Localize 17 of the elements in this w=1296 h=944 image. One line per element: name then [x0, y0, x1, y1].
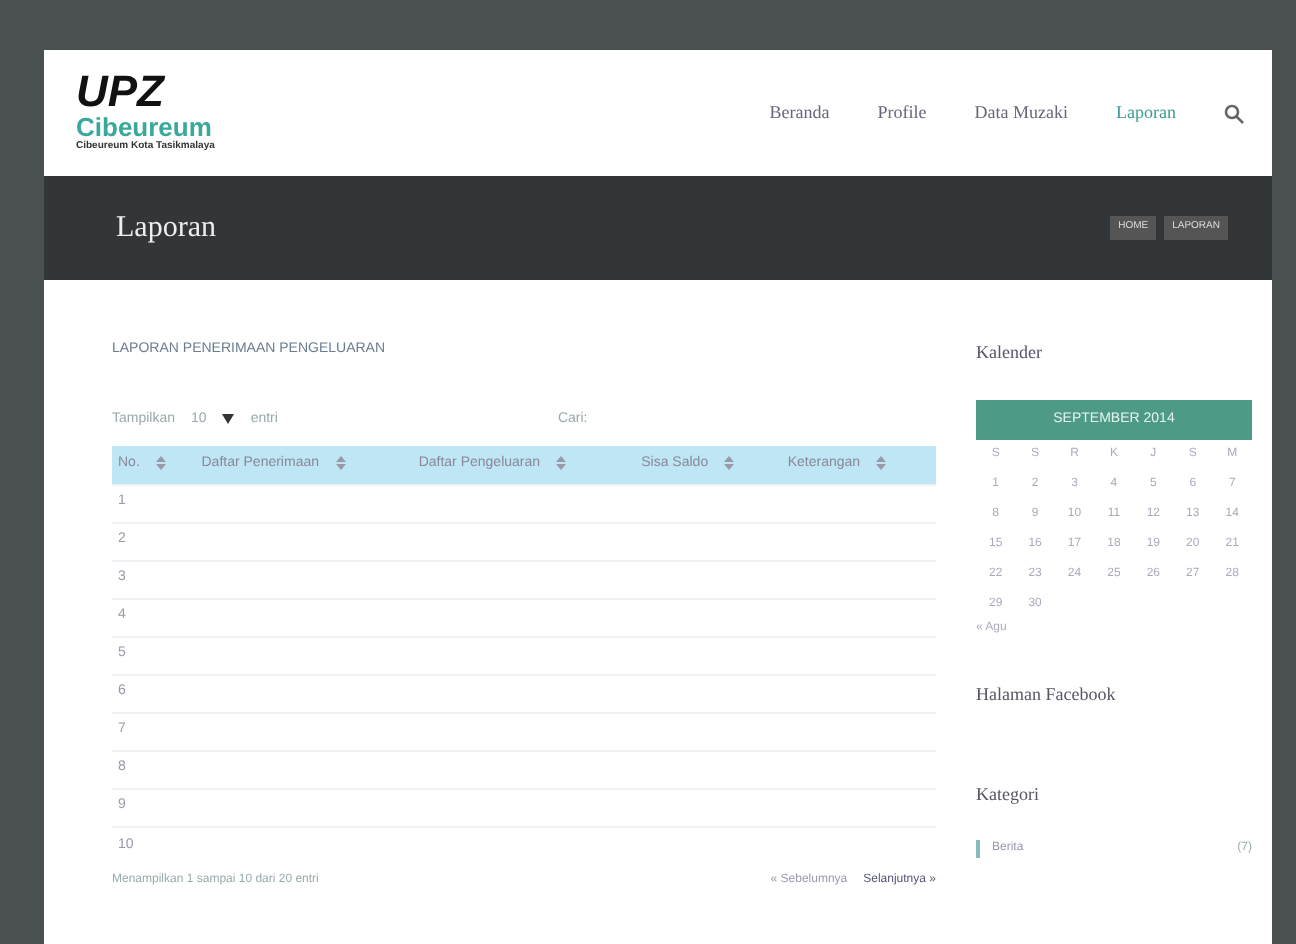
facebook-title: Halaman Facebook: [976, 682, 1118, 708]
nav-link[interactable]: Profile: [877, 99, 927, 127]
logo-name: Cibeureum: [76, 114, 212, 141]
sort-icon: [335, 455, 346, 470]
page-title: Laporan: [116, 209, 216, 248]
sort-icon: [556, 455, 567, 470]
sort-icon: [876, 455, 887, 470]
category-title: Kategori: [976, 781, 1041, 808]
nav-link[interactable]: Data Muzaki: [974, 99, 1069, 127]
logo-mark: UPZ: [76, 70, 167, 115]
nav-link[interactable]: Laporan: [1116, 99, 1176, 127]
search-icon[interactable]: [1224, 103, 1244, 123]
sort-icon: [724, 455, 735, 470]
calendar-title: Kalender: [976, 340, 1044, 366]
nav-link[interactable]: Beranda: [769, 99, 830, 127]
caret-icon: [222, 414, 235, 425]
sort-icon: [155, 455, 166, 470]
